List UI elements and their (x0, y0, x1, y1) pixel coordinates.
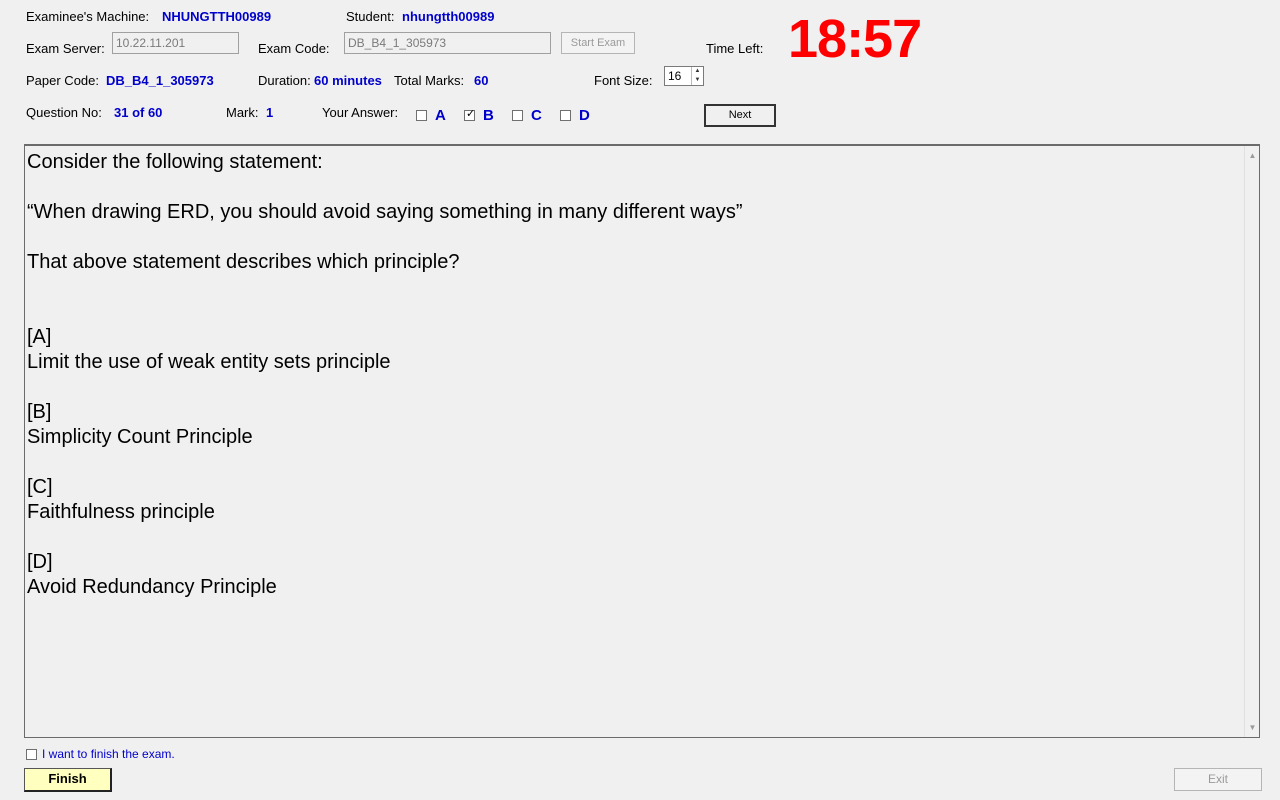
answer-b-checkbox[interactable]: ✓ (464, 108, 476, 121)
answer-option-d[interactable]: D (560, 107, 590, 124)
question-panel[interactable]: Consider the following statement: “When … (24, 144, 1260, 738)
stepper-arrows-icon[interactable]: ▲ ▼ (691, 67, 703, 85)
check-icon: ✓ (466, 108, 476, 120)
next-button[interactable]: Next (704, 104, 776, 127)
paper-code-label: Paper Code: (26, 73, 99, 88)
font-size-label: Font Size: (594, 73, 653, 88)
mark-label: Mark: (226, 105, 259, 120)
question-no-label: Question No: (26, 105, 102, 120)
answer-c-checkbox[interactable] (512, 110, 523, 121)
answer-c-label: C (531, 107, 542, 124)
answer-d-label: D (579, 107, 590, 124)
start-exam-button[interactable]: Start Exam (561, 32, 635, 54)
exam-code-field[interactable]: DB_B4_1_305973 (344, 32, 551, 54)
duration-value: 60 minutes (314, 73, 382, 88)
answer-option-b[interactable]: ✓ B (464, 107, 494, 124)
option-tag-d: [D] (27, 551, 53, 573)
answer-a-checkbox[interactable] (416, 110, 427, 121)
question-no-value: 31 of 60 (114, 105, 163, 120)
time-left-label: Time Left: (706, 41, 764, 56)
exit-button[interactable]: Exit (1174, 768, 1262, 791)
answer-option-c[interactable]: C (512, 107, 542, 124)
mark-value: 1 (266, 105, 274, 120)
total-marks-label: Total Marks: (394, 73, 465, 88)
font-size-value: 16 (668, 69, 682, 83)
option-text-c: Faithfulness principle (27, 501, 215, 523)
exam-code-label: Exam Code: (258, 41, 330, 56)
paper-code-value: DB_B4_1_305973 (106, 73, 214, 88)
total-marks-value: 60 (474, 73, 489, 88)
your-answer-label: Your Answer: (322, 105, 399, 120)
answer-a-label: A (435, 107, 446, 124)
exam-server-field[interactable]: 10.22.11.201 (112, 32, 239, 54)
option-text-a: Limit the use of weak entity sets princi… (27, 351, 391, 373)
machine-value: NHUNGTTH00989 (162, 9, 272, 24)
answer-b-label: B (483, 107, 494, 124)
option-tag-a: [A] (27, 326, 52, 348)
question-line: “When drawing ERD, you should avoid sayi… (27, 201, 743, 223)
question-text-area: Consider the following statement: “When … (27, 148, 1243, 735)
option-tag-b: [B] (27, 401, 52, 423)
finish-exam-checkbox-label[interactable]: I want to finish the exam. (42, 747, 175, 761)
finish-button[interactable]: Finish (24, 768, 112, 792)
answer-option-a[interactable]: A (416, 107, 446, 124)
time-left-value: 18:57 (788, 9, 922, 69)
option-text-d: Avoid Redundancy Principle (27, 576, 277, 598)
finish-exam-checkbox[interactable] (26, 749, 37, 760)
scroll-down-icon[interactable]: ▼ (1245, 720, 1260, 735)
answer-d-checkbox[interactable] (560, 110, 571, 121)
student-value: nhungtth00989 (402, 9, 495, 24)
scroll-up-icon[interactable]: ▲ (1245, 148, 1260, 163)
option-tag-c: [C] (27, 476, 53, 498)
option-text-b: Simplicity Count Principle (27, 426, 253, 448)
student-label: Student: (346, 9, 395, 24)
question-line: Consider the following statement: (27, 151, 323, 173)
machine-label: Examinee's Machine: (26, 9, 150, 24)
exam-server-label: Exam Server: (26, 41, 105, 56)
vertical-scrollbar[interactable]: ▲ ▼ (1244, 146, 1259, 737)
font-size-stepper[interactable]: 16 ▲ ▼ (664, 66, 704, 86)
question-line: That above statement describes which pri… (27, 251, 460, 273)
duration-label: Duration: (258, 73, 311, 88)
